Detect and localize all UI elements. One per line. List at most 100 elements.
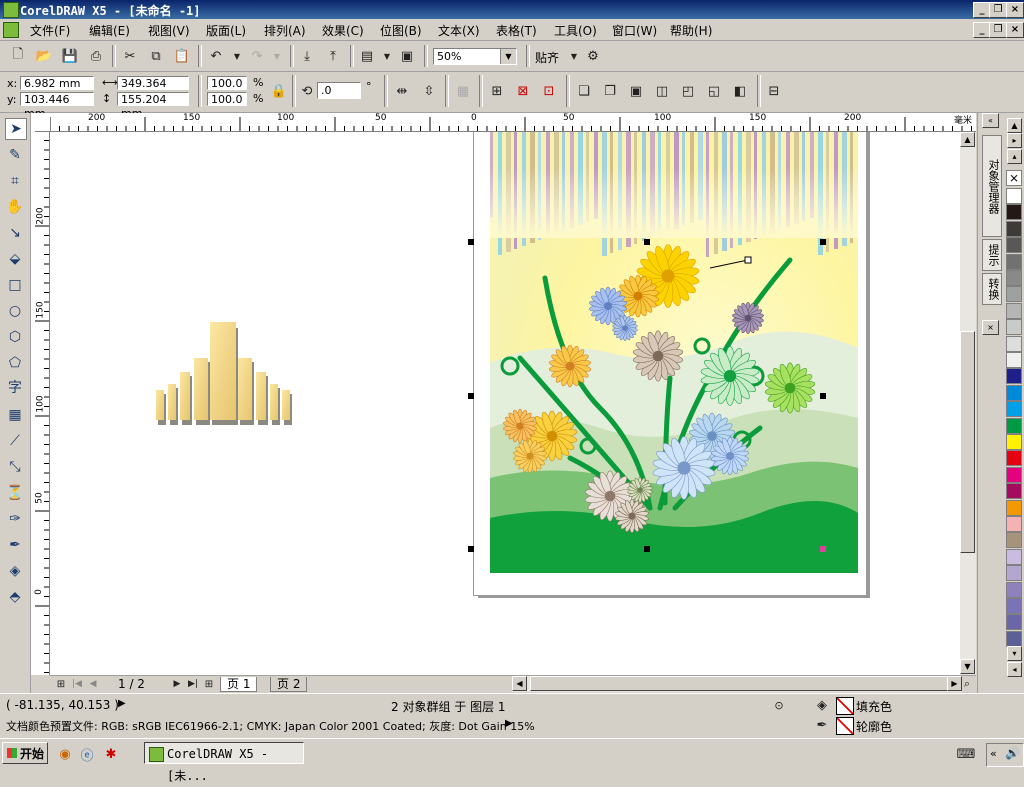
palette-swatch[interactable] [1006, 220, 1022, 237]
mirror-horizontal-icon[interactable]: ⇹ [393, 82, 411, 100]
palette-swatch[interactable] [1006, 417, 1022, 434]
palette-swatch[interactable] [1006, 188, 1022, 204]
palette-swatch[interactable] [1006, 614, 1022, 631]
interactive-fill-tool-icon[interactable]: ⬘ [5, 587, 25, 607]
palette-swatch[interactable] [1006, 450, 1022, 467]
parallel-dimension-tool-icon[interactable]: ⟋ [5, 431, 25, 451]
trim-icon[interactable]: ◫ [653, 82, 671, 100]
intersect-icon[interactable]: ◰ [679, 82, 697, 100]
scroll-left-icon[interactable]: ◀ [512, 676, 527, 691]
palette-swatch[interactable] [1006, 532, 1022, 549]
save-icon[interactable]: 💾 [61, 47, 79, 65]
view-options-icon[interactable]: ⊙ [770, 696, 788, 714]
y-position-field[interactable]: 103.446 mm [20, 92, 94, 120]
maximize-button[interactable]: ❐ [989, 2, 1007, 18]
cut-icon[interactable]: ✂ [121, 47, 139, 65]
scale-x-field[interactable]: 100.0 [207, 76, 247, 90]
doc-restore-button[interactable]: ❐ [989, 22, 1007, 38]
palette-swatch[interactable] [1006, 483, 1022, 500]
fill-color-swatch[interactable] [836, 697, 854, 715]
shape-tool-icon[interactable]: ✎ [5, 145, 25, 165]
welcome-screen-icon[interactable]: ▣ [398, 47, 416, 65]
volume-icon[interactable]: 🔊 [1005, 746, 1020, 760]
undo-icon[interactable]: ↶ [207, 47, 225, 65]
menu-bitmaps[interactable]: 位图(B) [380, 22, 422, 39]
ungroup-icon[interactable]: ⊠ [514, 82, 532, 100]
rotation-field[interactable]: .0 [317, 82, 361, 99]
taskbar-coreldraw[interactable]: CorelDRAW X5 - [未... [144, 742, 304, 783]
palette-swatch[interactable] [1006, 598, 1022, 614]
status-expand-icon[interactable]: ▶ [118, 698, 126, 709]
table-tool-icon[interactable]: ▦ [5, 405, 25, 425]
undo-dropdown-icon[interactable]: ▼ [228, 47, 246, 65]
color-profile-info[interactable]: 文档颜色预置文件: RGB: sRGB IEC61966-2.1; CMYK: … [6, 718, 535, 734]
new-document-icon[interactable]: 🗋 [9, 47, 27, 65]
selection-handle[interactable] [820, 239, 826, 245]
outline-pen-tool-icon[interactable]: ✒ [5, 535, 25, 555]
quick-launch-icon[interactable]: ✱ [102, 745, 120, 763]
menu-help[interactable]: 帮助(H) [670, 22, 712, 39]
combine-icon[interactable]: ❏ [575, 82, 593, 100]
open-icon[interactable]: 📂 [35, 47, 53, 65]
connector-tool-icon[interactable]: ⤡ [5, 457, 25, 477]
menu-arrange[interactable]: 排列(A) [264, 22, 306, 39]
weld-icon[interactable]: ▣ [627, 82, 645, 100]
selection-handle[interactable] [820, 393, 826, 399]
palette-scroll-up-icon[interactable]: ▲ [1007, 118, 1022, 133]
palette-scroll-up-small-icon[interactable]: ▴ [1007, 149, 1022, 164]
menu-effects[interactable]: 效果(C) [322, 22, 364, 39]
break-apart-icon[interactable]: ❐ [601, 82, 619, 100]
palette-swatch[interactable] [1006, 204, 1022, 221]
selection-handle[interactable] [468, 546, 474, 552]
text-tool-icon[interactable]: 字 [5, 377, 25, 397]
vertical-scroll-thumb[interactable] [960, 331, 975, 553]
application-launcher-icon[interactable]: ▤ [358, 47, 376, 65]
menu-table[interactable]: 表格(T) [496, 22, 537, 39]
horizontal-scroll-thumb[interactable] [530, 676, 948, 691]
transform-tab[interactable]: 转换 [982, 273, 1002, 305]
palette-swatch[interactable] [1006, 319, 1022, 336]
ellipse-tool-icon[interactable]: ○ [5, 301, 25, 321]
outline-color-swatch[interactable] [836, 717, 854, 735]
options-icon[interactable]: ⚙ [584, 47, 602, 65]
height-field[interactable]: 155.204 mm [117, 92, 189, 120]
snap-dropdown-icon[interactable]: ▼ [565, 47, 583, 65]
horizontal-scrollbar[interactable]: ◀ ▶ [512, 676, 962, 692]
building-artwork[interactable] [154, 320, 294, 430]
copy-icon[interactable]: ⧉ [147, 47, 165, 65]
scale-y-field[interactable]: 100.0 [207, 92, 247, 106]
menu-edit[interactable]: 编辑(E) [89, 22, 130, 39]
vertical-scrollbar[interactable]: ▲ ▼ [960, 132, 976, 675]
profile-expand-icon[interactable]: ▶ [505, 718, 513, 729]
palette-swatch[interactable] [1006, 434, 1022, 450]
scroll-up-icon[interactable]: ▲ [960, 132, 975, 147]
palette-options-icon[interactable]: ▸ [1007, 133, 1022, 148]
navigator-zoom-icon[interactable]: ⌕ [958, 675, 976, 693]
selection-handle[interactable] [644, 239, 650, 245]
palette-swatch[interactable] [1006, 237, 1022, 254]
menu-text[interactable]: 文本(X) [438, 22, 480, 39]
paste-icon[interactable]: 📋 [173, 47, 191, 65]
menu-window[interactable]: 窗口(W) [612, 22, 657, 39]
object-manager-tab[interactable]: 对象管理器 [982, 135, 1002, 237]
vertical-ruler[interactable]: 200 150 100 50 0 [31, 131, 50, 675]
docker-close-icon[interactable]: × [982, 320, 999, 335]
blend-tool-icon[interactable]: ⏳ [5, 483, 25, 503]
page-tab-2[interactable]: 页 2 [270, 677, 308, 692]
basic-shapes-tool-icon[interactable]: ⬠ [5, 353, 25, 373]
export-icon[interactable]: ⤒ [324, 47, 342, 65]
add-page-after-icon[interactable]: ⊞ [200, 675, 218, 693]
start-button[interactable]: 开始 [2, 742, 48, 764]
align-distribute-icon[interactable]: ⊟ [765, 82, 783, 100]
simplify-icon[interactable]: ◱ [705, 82, 723, 100]
palette-swatch[interactable] [1006, 565, 1022, 582]
palette-scroll-down-icon[interactable]: ▾ [1007, 646, 1022, 661]
palette-swatch[interactable] [1006, 548, 1022, 565]
redo-icon[interactable]: ↷ [248, 47, 266, 65]
doc-close-button[interactable]: × [1006, 22, 1024, 38]
fill-tool-icon[interactable]: ◈ [5, 561, 25, 581]
width-field[interactable]: 349.364 mm [117, 76, 189, 104]
ruler-origin[interactable] [31, 113, 51, 132]
palette-swatch[interactable] [1006, 516, 1022, 532]
no-color-swatch[interactable]: ⨯ [1006, 170, 1022, 186]
